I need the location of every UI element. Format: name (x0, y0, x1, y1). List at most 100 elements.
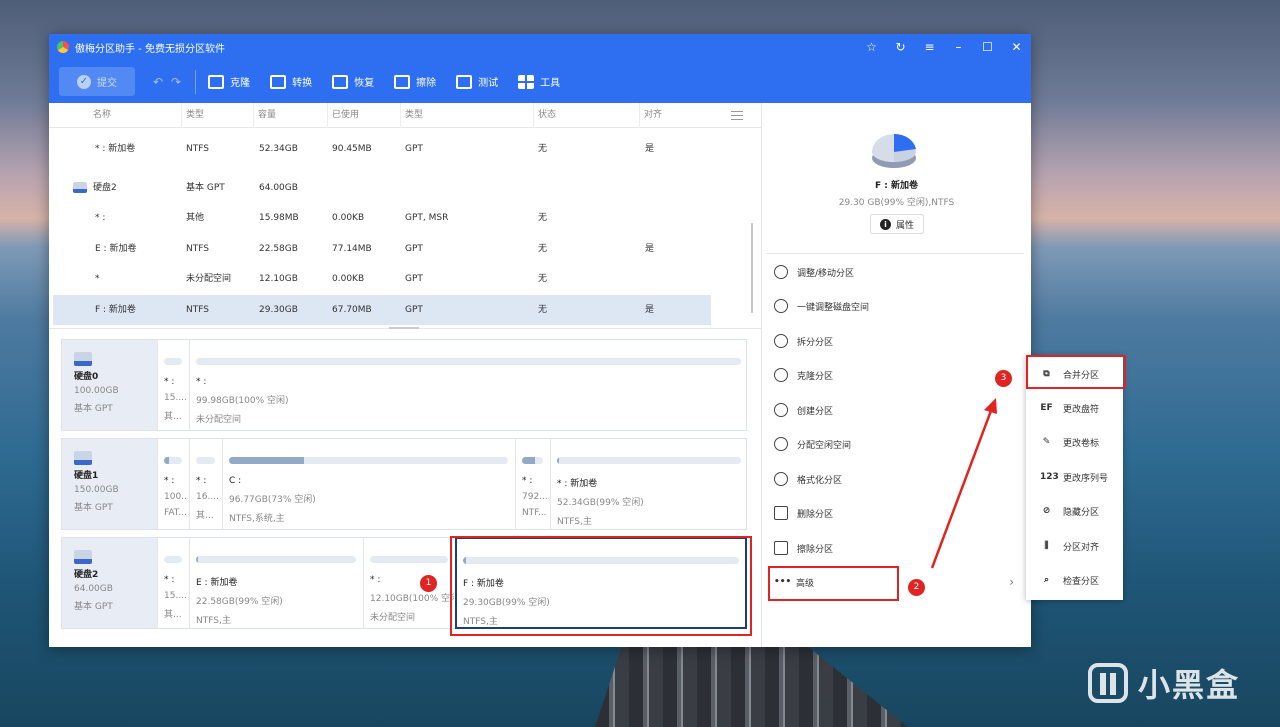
disk-label[interactable]: 硬盘2 64.00GB 基本 GPT (62, 538, 157, 628)
op-label: 删除分区 (797, 509, 834, 520)
maximize-button[interactable]: ☐ (973, 34, 1002, 60)
op-format[interactable]: 格式化分区 (774, 462, 1024, 496)
table-scrollbar[interactable] (751, 223, 753, 313)
menu-item-check[interactable]: ⌕ 检查分区 (1026, 563, 1123, 597)
column-settings-icon[interactable] (731, 111, 743, 120)
menu-item-volume-label[interactable]: ✎ 更改卷标 (1026, 425, 1123, 459)
highlight-box-2 (768, 566, 899, 601)
menu-item-hide[interactable]: ⊘ 隐藏分区 (1026, 494, 1123, 528)
cell-fs: GPT (405, 274, 423, 284)
disk-label[interactable]: 硬盘0 100.00GB 基本 GPT (62, 340, 157, 430)
properties-button[interactable]: i 属性 (870, 214, 924, 234)
disk-name: 硬盘2 (93, 183, 117, 193)
menu-item-serial[interactable]: 123 更改序列号 (1026, 460, 1123, 494)
wipe-button[interactable]: 擦除 (394, 74, 436, 89)
table-row-selected[interactable]: F : 新加卷 NTFS 29.30GB 67.70MB GPT 无 是 (53, 295, 711, 325)
table-row[interactable]: * 未分配空间 12.10GB 0.00KB GPT 无 (49, 264, 761, 294)
op-split[interactable]: 拆分分区 (774, 324, 1024, 358)
partition-name: * : (164, 476, 175, 486)
op-clone-partition[interactable]: 克隆分区 (774, 358, 1024, 392)
op-label: 创建分区 (797, 406, 834, 417)
partition-block[interactable]: * : 新加卷 52.34GB(99% 空闲) NTFS,主 (550, 439, 747, 529)
disk-map-0[interactable]: 硬盘0 100.00GB 基本 GPT * : 15.... 其... * : … (61, 339, 747, 431)
disk-label[interactable]: 硬盘1 150.00GB 基本 GPT (62, 439, 157, 529)
splitter-handle[interactable] (389, 327, 419, 329)
convert-button[interactable]: 转换 (270, 74, 312, 89)
col-capacity[interactable]: 容量 (253, 103, 276, 128)
cell-status: 无 (538, 244, 548, 254)
convert-label: 转换 (292, 78, 313, 89)
cell-fs: GPT, MSR (405, 213, 449, 223)
op-resize-move[interactable]: 调整/移动分区 (774, 255, 1024, 289)
cell-capacity: 12.10GB (259, 274, 298, 284)
menu-label: 隐藏分区 (1063, 507, 1100, 518)
tools-icon (518, 74, 535, 89)
partition-type: NTFS,系统,主 (229, 514, 285, 524)
usage-bar (196, 556, 356, 563)
menu-item-align[interactable]: ⫼ 分区对齐 (1026, 529, 1123, 563)
menu-icon[interactable]: ≡ (915, 34, 944, 60)
op-create[interactable]: 创建分区 (774, 393, 1024, 427)
partition-block[interactable]: * : 792.... NTF... (515, 439, 549, 529)
usage-fill (196, 556, 198, 563)
partition-block-unallocated[interactable]: * : 12.10GB(100% 空闲) 未分配空间 (363, 538, 454, 628)
clone-label: 克隆 (230, 78, 251, 89)
toolbar: ✓ 提交 ↶↷ 克隆 转换 恢复 擦除 测试 工具 (49, 60, 1031, 103)
submit-button[interactable]: ✓ 提交 (59, 67, 135, 96)
cell-name: * (95, 274, 100, 284)
op-erase[interactable]: 擦除分区 (774, 531, 1024, 565)
op-allocate[interactable]: 分配空闲空间 (774, 427, 1024, 461)
clone-button[interactable]: 克隆 (208, 74, 250, 89)
star-icon[interactable]: ☆ (857, 34, 886, 60)
col-align[interactable]: 对齐 (639, 103, 662, 128)
partition-block[interactable]: * : 100... FAT... (157, 439, 188, 529)
col-status[interactable]: 状态 (533, 103, 556, 128)
disk-name: 硬盘1 (74, 471, 99, 481)
tools-button[interactable]: 工具 (518, 74, 560, 89)
partition-type: FAT... (164, 508, 187, 518)
minimize-button[interactable]: – (944, 34, 973, 60)
undo-redo-icons[interactable]: ↶↷ (153, 75, 189, 89)
partition-block[interactable]: * : 15.... 其... (157, 340, 188, 430)
table-row[interactable]: E : 新加卷 NTFS 22.58GB 77.14MB GPT 无 是 (49, 234, 761, 264)
close-button[interactable]: ✕ (1002, 34, 1031, 60)
cell-type: NTFS (186, 305, 209, 315)
partition-block[interactable]: E : 新加卷 22.58GB(99% 空闲) NTFS,主 (189, 538, 362, 628)
table-row[interactable]: * : 新加卷 NTFS 52.34GB 90.45MB GPT 无 是 (49, 134, 761, 164)
op-label: 拆分分区 (797, 337, 834, 348)
test-button[interactable]: 测试 (456, 74, 498, 89)
clone-partition-icon (774, 368, 788, 382)
partition-block[interactable]: * : 16.... 其... (189, 439, 221, 529)
partition-block[interactable]: C : 96.77GB(73% 空闲) NTFS,系统,主 (222, 439, 514, 529)
cell-align: 是 (645, 305, 655, 315)
recover-button[interactable]: 恢复 (332, 74, 374, 89)
disk-map-1[interactable]: 硬盘1 150.00GB 基本 GPT * : 100... FAT... * … (61, 438, 747, 530)
ssd-icon (74, 352, 92, 366)
partition-name: * : (522, 476, 533, 486)
col-fs[interactable]: 类型 (400, 103, 423, 128)
chevron-right-icon: › (1009, 575, 1014, 589)
drive-letter-icon: EF (1040, 403, 1053, 413)
op-delete[interactable]: 删除分区 (774, 496, 1024, 530)
partition-block[interactable]: * : 99.98GB(100% 空闲) 未分配空间 (189, 340, 747, 430)
partition-block[interactable]: * : 15.... 其... (157, 538, 188, 628)
cell-name: 硬盘2 (73, 173, 117, 203)
cell-capacity: 22.58GB (259, 244, 298, 254)
partition-type: 未分配空间 (370, 613, 416, 623)
menu-item-drive-letter[interactable]: EF 更改盘符 (1026, 391, 1123, 425)
cell-align: 是 (645, 244, 655, 254)
table-row[interactable]: * : 其他 15.98MB 0.00KB GPT, MSR 无 (49, 203, 761, 233)
refresh-icon[interactable]: ↻ (886, 34, 915, 60)
properties-label: 属性 (895, 220, 914, 231)
col-type[interactable]: 类型 (181, 103, 204, 128)
col-name[interactable]: 名称 (89, 103, 111, 128)
watermark-text: 小黑盒 (1138, 666, 1241, 704)
recover-icon (332, 74, 349, 89)
usage-fill (229, 457, 305, 464)
col-used[interactable]: 已使用 (327, 103, 359, 128)
op-one-click-adjust[interactable]: 一键调整磁盘空间 (774, 289, 1024, 323)
usage-bar (370, 556, 448, 563)
cell-capacity: 52.34GB (259, 144, 298, 154)
table-row-disk[interactable]: 硬盘2 基本 GPT 64.00GB (49, 173, 761, 203)
partition-type: 其... (164, 610, 182, 620)
